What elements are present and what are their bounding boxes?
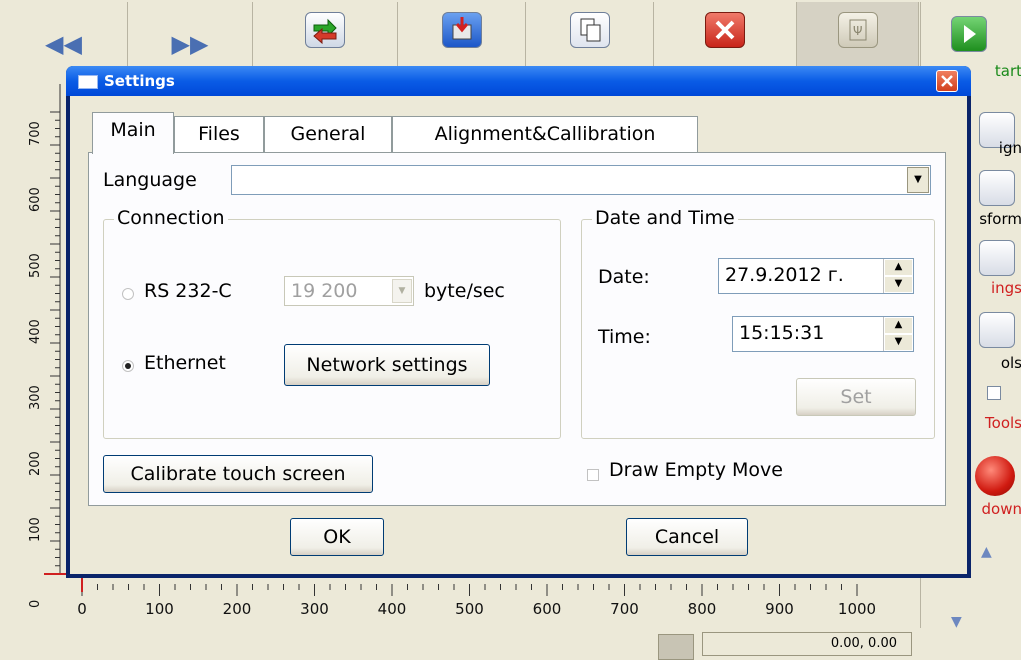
ethernet-radio[interactable] — [122, 360, 134, 372]
transform-label: sform — [979, 210, 1021, 228]
baud-unit-label: byte/sec — [424, 280, 505, 302]
x-tick-label: 800 — [687, 600, 717, 618]
close-icon — [941, 75, 953, 87]
dialog-title-bar[interactable]: Settings — [66, 66, 971, 96]
spin-up-icon[interactable]: ▲ — [884, 317, 913, 334]
x-tick-label: 0 — [77, 600, 87, 618]
design-mode-icon: Ψ — [837, 12, 878, 48]
set-button[interactable]: Set — [796, 378, 916, 416]
time-label: Time: — [598, 326, 651, 348]
dialog-body: Main Files General Alignment&Callibratio… — [70, 96, 967, 574]
close-button[interactable] — [936, 70, 958, 92]
transform-icon[interactable] — [979, 170, 1015, 206]
x-tick-label: 700 — [610, 600, 639, 618]
date-time-group: Date and Time Date: 27.9.2012 г. ▲ ▼ Time… — [581, 207, 935, 439]
radio-selected-dot — [125, 363, 131, 369]
spin-down-icon[interactable]: ▼ — [884, 276, 913, 293]
transfer-icon — [305, 12, 345, 48]
x-tick-label: 600 — [532, 600, 562, 618]
y-tick-label: 600 — [28, 187, 43, 212]
x-tick-label: 200 — [222, 600, 252, 618]
x-tick-label: 1000 — [837, 600, 877, 618]
tools-label: ols — [1000, 354, 1021, 372]
settings-dialog: Settings Main Files General Alignment&Ca… — [66, 66, 971, 578]
y-tick-label: 700 — [28, 121, 43, 146]
spin-up-icon[interactable]: ▲ — [884, 259, 913, 276]
baud-rate-select[interactable]: 19 200 ▼ — [284, 276, 414, 306]
baud-rate-value: 19 200 — [291, 280, 358, 302]
draw-empty-move-label: Draw Empty Move — [609, 459, 783, 481]
date-time-title: Date and Time — [592, 207, 738, 229]
settings-label: ings — [990, 279, 1021, 297]
start-label: tart — [994, 62, 1021, 80]
date-label: Date: — [598, 266, 650, 288]
copy-icon — [569, 12, 610, 48]
time-spinner[interactable]: ▲ ▼ — [883, 317, 913, 351]
status-bar: 0.00, 0.00 — [0, 628, 1021, 660]
scroll-up-icon[interactable]: ▲ — [981, 544, 992, 560]
rs232-radio[interactable] — [122, 288, 134, 300]
x-tick-label: 900 — [765, 600, 794, 618]
draw-empty-move-checkbox[interactable] — [587, 469, 599, 481]
chevron-down-icon: ▼ — [392, 279, 412, 303]
y-tick-label: 100 — [28, 517, 43, 542]
tab-main[interactable]: Main — [92, 112, 174, 154]
connection-group: Connection RS 232-C 19 200 ▼ byte/sec Et… — [103, 207, 561, 439]
connection-title: Connection — [114, 207, 228, 229]
status-indicator — [658, 634, 694, 660]
service-tools-icon[interactable] — [987, 386, 1001, 400]
y-tick-label: 300 — [28, 385, 43, 410]
calibrate-touch-screen-button[interactable]: Calibrate touch screen — [103, 455, 373, 493]
cancel-button[interactable]: Cancel — [626, 518, 748, 556]
svg-text:Ψ: Ψ — [853, 24, 862, 38]
start-icon[interactable] — [951, 16, 987, 52]
dialog-title: Settings — [104, 72, 175, 90]
date-spinner[interactable]: ▲ ▼ — [883, 259, 913, 293]
ok-button[interactable]: OK — [290, 518, 384, 556]
settings-icon[interactable] — [979, 240, 1015, 276]
shutdown-label: down — [981, 500, 1021, 518]
rs232-label: RS 232-C — [144, 280, 232, 302]
shutdown-icon[interactable] — [975, 456, 1015, 496]
download-icon — [441, 12, 482, 48]
language-label: Language — [103, 169, 197, 191]
time-value: 15:15:31 — [739, 322, 825, 344]
tools-icon[interactable] — [979, 312, 1015, 348]
delete-icon — [705, 12, 745, 48]
x-tick-label: 500 — [455, 600, 484, 618]
x-tick-label: 300 — [300, 600, 329, 618]
tab-files[interactable]: Files — [174, 116, 264, 152]
main-tab-panel: Language ▼ Connection RS 232-C 19 200 ▼ … — [88, 152, 946, 506]
service-tools-label: Tools — [985, 414, 1021, 432]
language-select[interactable]: ▼ — [231, 165, 931, 195]
chevron-down-icon[interactable]: ▼ — [907, 167, 929, 193]
time-field[interactable]: 15:15:31 ▲ ▼ — [732, 316, 914, 352]
date-field[interactable]: 27.9.2012 г. ▲ ▼ — [718, 258, 914, 294]
design-label: ign — [998, 139, 1021, 157]
y-tick-label: 0 — [28, 599, 43, 608]
tab-general[interactable]: General — [264, 116, 392, 152]
tab-alignment-calibration[interactable]: Alignment&Callibration — [392, 116, 698, 152]
spin-down-icon[interactable]: ▼ — [884, 334, 913, 351]
coords-readout: 0.00, 0.00 — [702, 632, 912, 656]
date-value: 27.9.2012 г. — [725, 264, 844, 286]
y-tick-label: 200 — [28, 451, 43, 476]
ethernet-label: Ethernet — [144, 352, 226, 374]
x-tick-label: 400 — [377, 600, 407, 618]
network-settings-button[interactable]: Network settings — [284, 344, 490, 386]
y-tick-label: 500 — [28, 253, 43, 278]
x-tick-label: 100 — [145, 600, 174, 618]
y-tick-label: 400 — [28, 319, 43, 344]
window-icon — [78, 75, 98, 89]
